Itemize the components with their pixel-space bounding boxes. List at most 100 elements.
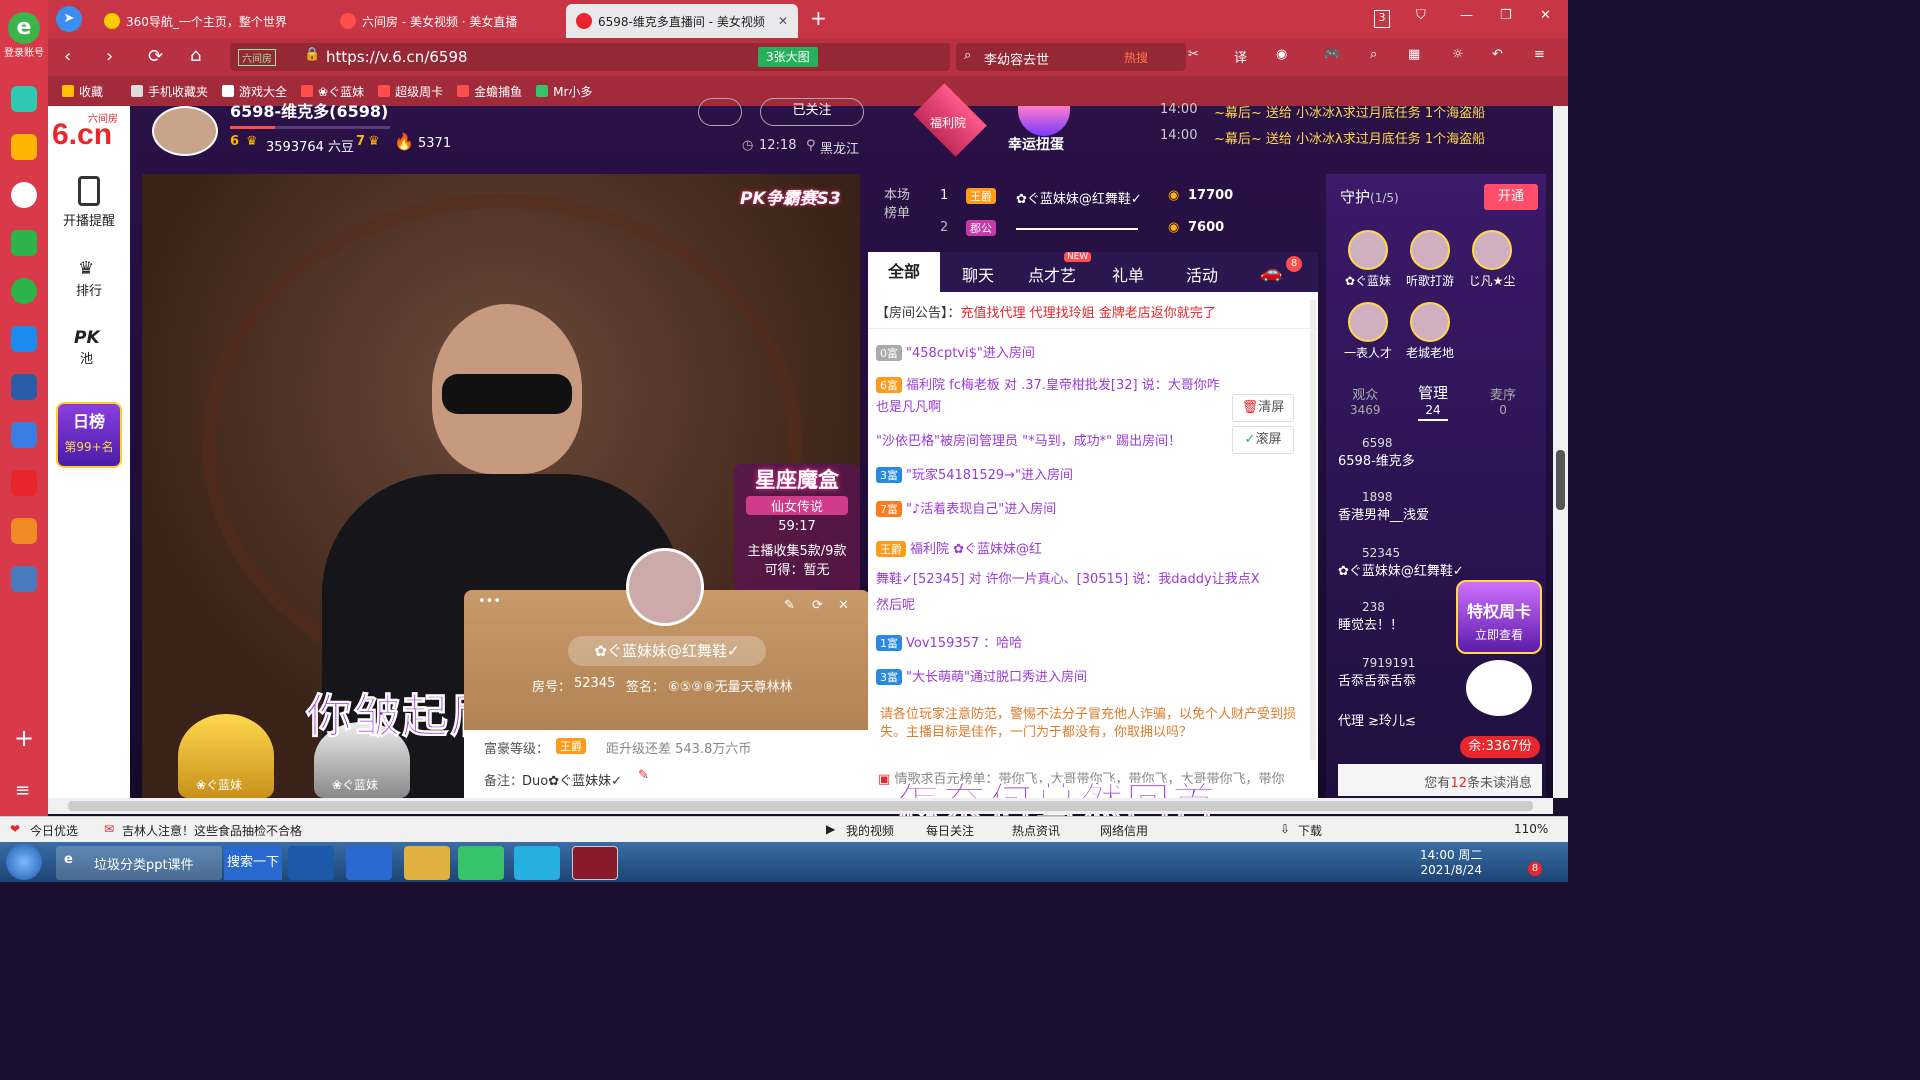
lucky-egg-label[interactable]: 幸运扭蛋 xyxy=(1008,134,1064,154)
tab-6598[interactable]: 6598-维克多直播间 - 美女视频 ✕ xyxy=(566,4,798,38)
p-app-icon[interactable] xyxy=(11,326,37,352)
guard-avatar[interactable] xyxy=(1410,302,1450,342)
tab-managers[interactable]: 管理 24 xyxy=(1418,382,1449,421)
live-reminder[interactable]: 开播提醒 xyxy=(48,210,130,229)
status-item[interactable]: 我的视频 xyxy=(846,822,894,839)
edit-icon[interactable]: ✎ xyxy=(784,598,795,613)
guard-avatar[interactable] xyxy=(1472,230,1512,270)
forward-icon[interactable]: › xyxy=(106,46,113,67)
taskbar-search-button[interactable]: 搜索一下 xyxy=(224,846,282,880)
pool-label[interactable]: 池 xyxy=(80,348,93,367)
undo-icon[interactable]: ↶ xyxy=(1492,47,1503,62)
taskbar-player-icon[interactable] xyxy=(514,846,560,880)
navigation-icon[interactable]: ➤ xyxy=(56,6,82,32)
refresh-icon[interactable]: ⟳ xyxy=(812,598,823,613)
car-icon[interactable]: 🚗 xyxy=(1260,262,1282,283)
doc-app-icon[interactable] xyxy=(11,422,37,448)
tab-gifts[interactable]: 礼单 xyxy=(1112,262,1144,286)
scroll-screen-button[interactable]: ✓滚屏 xyxy=(1232,426,1294,454)
close-tab-icon[interactable]: ✕ xyxy=(778,14,788,28)
tab-chat[interactable]: 聊天 xyxy=(962,262,994,286)
grid-icon[interactable]: ▦ xyxy=(1408,47,1420,62)
guard-avatar[interactable] xyxy=(1348,302,1388,342)
minimize-icon[interactable]: — xyxy=(1460,8,1473,23)
home-icon[interactable]: ⌂ xyxy=(190,45,201,66)
notification-badge[interactable]: 8 xyxy=(1528,862,1542,876)
coin-icon[interactable]: ◉ xyxy=(1276,47,1287,62)
page-vertical-scrollbar[interactable] xyxy=(1553,106,1568,798)
tab-count[interactable]: 3 xyxy=(1374,10,1390,28)
status-item[interactable]: 每日关注 xyxy=(926,822,974,839)
login-label[interactable]: 登录账号 xyxy=(2,44,46,59)
status-item[interactable]: 热点资讯 xyxy=(1012,822,1060,839)
mail-icon[interactable] xyxy=(11,230,37,256)
ranking-link[interactable]: 排行 xyxy=(48,280,130,299)
more-icon[interactable]: ••• xyxy=(478,594,501,609)
promo-banner[interactable]: 特权周卡 立即查看 xyxy=(1456,580,1542,654)
follow-button[interactable]: 已关注 xyxy=(760,98,864,126)
address-input[interactable]: 六间房 🔒 https://v.6.cn/6598 3张大图 xyxy=(230,43,950,71)
magnifier-icon[interactable]: ⌕ xyxy=(1370,47,1377,62)
unread-messages[interactable]: 您有12条未读消息 xyxy=(1338,764,1542,796)
clear-screen-button[interactable]: 🗑清屏 xyxy=(1232,394,1294,422)
zoom-level[interactable]: 110% xyxy=(1514,822,1548,836)
taskbar-folder-icon[interactable] xyxy=(404,846,450,880)
search-box[interactable]: ⌕ 李幼容去世 热搜 xyxy=(956,43,1186,71)
start-button[interactable] xyxy=(6,844,42,880)
guard-name[interactable]: 听歌打游 xyxy=(1398,272,1462,289)
tab-audience[interactable]: 观众 3469 xyxy=(1350,384,1381,417)
constellation-box[interactable]: 星座魔盒 仙女传说 59:17 主播收集5款/9款 可得：暂无 xyxy=(734,464,860,594)
tab-all[interactable]: 全部 xyxy=(868,252,940,292)
taskbar-ie-app[interactable]: e 垃圾分类ppt课件 xyxy=(56,846,222,880)
board-name-1[interactable]: ✿ぐ蓝妹妹@红舞鞋✓ xyxy=(1016,188,1142,207)
mini-game-icon[interactable] xyxy=(11,470,37,496)
taskbar-360-icon[interactable] xyxy=(458,846,504,880)
bookmark-mrxiaoduo[interactable]: Mr小多 xyxy=(536,83,592,100)
guard-name[interactable]: じ凡★尘 xyxy=(1460,272,1524,289)
bookmark-weekcard[interactable]: 超级周卡 xyxy=(378,83,443,100)
bookmark-lanmei[interactable]: ❀ぐ蓝妹 xyxy=(301,83,364,100)
bookmark-mobile[interactable]: 手机收藏夹 xyxy=(131,83,208,100)
bookmark-favorites[interactable]: 收藏 xyxy=(62,83,103,100)
bookmark-fishing[interactable]: 金蟾捕鱼 xyxy=(457,83,522,100)
guard-avatar[interactable] xyxy=(1410,230,1450,270)
taskbar-ie-icon[interactable] xyxy=(346,846,392,880)
welfare-label[interactable]: 福利院 xyxy=(930,114,966,131)
plus-app-icon[interactable] xyxy=(11,86,37,112)
today-pick[interactable]: 今日优选 xyxy=(30,822,78,839)
tab-activity[interactable]: 活动 xyxy=(1186,262,1218,286)
game2-icon[interactable] xyxy=(11,566,37,592)
shirt-icon[interactable]: ⛉ xyxy=(1416,8,1426,23)
tab-6cn[interactable]: 六间房 - 美女视频 · 美女直播 xyxy=(330,4,560,38)
bigpic-button[interactable]: 3张大图 xyxy=(758,47,818,67)
new-tab-icon[interactable]: + xyxy=(810,6,827,30)
page-horizontal-scrollbar[interactable] xyxy=(48,798,1553,814)
guard-name[interactable]: ✿ぐ蓝妹 xyxy=(1336,272,1400,289)
menu-icon[interactable]: ≡ xyxy=(1534,47,1545,62)
download-icon[interactable]: ⇩ xyxy=(1280,822,1290,836)
phone-icon[interactable] xyxy=(78,176,100,206)
host-avatar[interactable] xyxy=(152,106,218,156)
audience-row[interactable]: 1898 香港男神__浅爱 xyxy=(1338,490,1538,523)
audience-row[interactable]: 6598 6598-维克多 xyxy=(1338,436,1538,469)
close-popup-icon[interactable]: ✕ xyxy=(838,598,849,613)
daily-rank-badge[interactable]: 日榜 第99+名 xyxy=(56,402,122,468)
taskbar-k-icon[interactable] xyxy=(288,846,334,880)
tab-mic-queue[interactable]: 麦序 0 xyxy=(1490,384,1516,417)
close-window-icon[interactable]: ✕ xyxy=(1540,8,1551,23)
weibo-icon[interactable] xyxy=(11,182,37,208)
brightness-icon[interactable]: ☼ xyxy=(1452,47,1464,62)
tab-talent[interactable]: 点才艺 xyxy=(1028,262,1076,286)
chat-app-icon[interactable] xyxy=(11,278,37,304)
game-icon[interactable] xyxy=(11,518,37,544)
add-icon[interactable]: + xyxy=(14,724,34,752)
download-label[interactable]: 下载 xyxy=(1298,822,1322,839)
ie-logo-icon[interactable]: e xyxy=(8,12,40,44)
profile-avatar[interactable] xyxy=(626,548,704,626)
back-icon[interactable]: ‹ xyxy=(64,46,71,67)
news-app-icon[interactable] xyxy=(11,374,37,400)
taskbar-browser-icon[interactable] xyxy=(572,846,618,880)
pk-label[interactable]: PK xyxy=(74,328,100,348)
restore-icon[interactable]: ❐ xyxy=(1500,8,1512,23)
edit-note-icon[interactable]: ✎ xyxy=(638,768,649,783)
